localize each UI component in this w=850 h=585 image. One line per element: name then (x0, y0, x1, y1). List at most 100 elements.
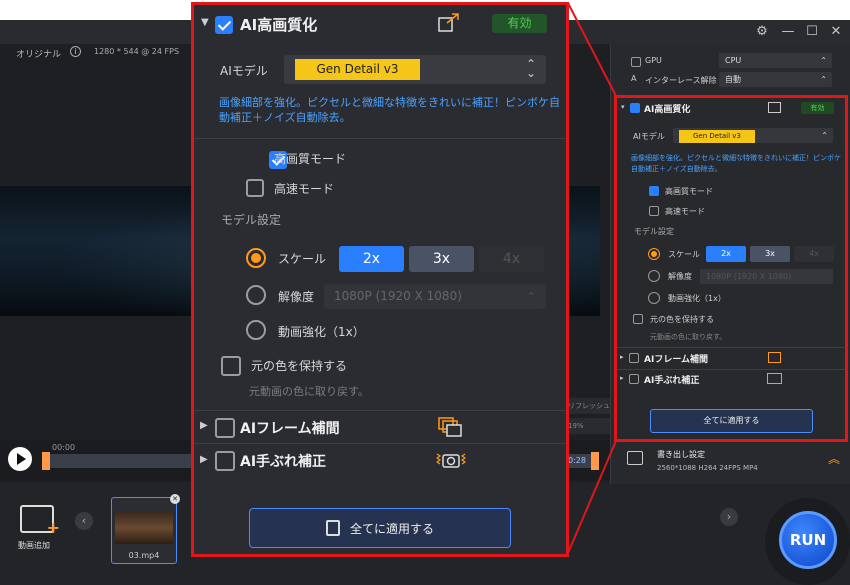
rp-fast-label: 高速モード (665, 207, 705, 216)
rp-keep-color-checkbox[interactable] (633, 314, 643, 324)
gpu-checkbox[interactable] (631, 57, 641, 67)
stabilize-icon (436, 453, 466, 468)
scale-4x-button[interactable]: 4x (479, 246, 544, 272)
resolution-value: 1080P (1920 X 1080) (334, 289, 462, 303)
rp-stabilize-checkbox[interactable] (629, 374, 639, 384)
play-button[interactable] (8, 447, 32, 471)
resolution-label: 解像度 (278, 290, 315, 304)
add-video-label: 動画追加 (18, 541, 50, 550)
info-icon[interactable]: i (70, 46, 81, 57)
stabilize-expand-icon[interactable]: ▶ (200, 454, 208, 465)
rp-keep-color-hint: 元動画の色に取り戻す。 (650, 333, 727, 341)
rp-resolution-radio[interactable] (648, 270, 660, 282)
resolution-select[interactable]: 1080P (1920 X 1080) ⌃ (324, 284, 546, 309)
play-icon (17, 453, 26, 465)
rp-enhance-radio[interactable] (648, 292, 660, 304)
video-info: 1280 * 544 @ 24 FPS (94, 47, 180, 56)
maximize-icon[interactable]: ☐ (802, 22, 822, 42)
upscale-checkbox[interactable] (215, 15, 233, 34)
scroll-right-icon[interactable]: › (720, 508, 738, 526)
add-video-icon[interactable]: + (20, 505, 60, 537)
run-button[interactable]: RUN (779, 511, 837, 569)
rp-resolution-select[interactable]: 1080P (1920 X 1080) (700, 269, 833, 284)
resolution-chevron-icon: ⌃ (526, 290, 536, 303)
export-info: 2560*1088 H264 24FPS MP4 (657, 464, 758, 472)
rp-upscale-title: AI高画質化 (644, 105, 691, 115)
clipboard-icon (325, 520, 340, 536)
export-title: 書き出し設定 (657, 450, 705, 459)
collapse-chevron-icon[interactable]: ▼ (201, 17, 209, 28)
upscale-title: AI高画質化 (240, 16, 318, 34)
original-label: オリジナル (16, 50, 62, 60)
interlace-label: インターレース解除 (645, 76, 717, 85)
rp-hq-label: 高画質モード (665, 187, 713, 196)
expand-export-icon[interactable]: ︽ (828, 450, 840, 467)
scale-radio[interactable] (246, 248, 266, 268)
interlace-value: 自動 (725, 75, 741, 84)
scroll-left-icon[interactable]: ‹ (75, 512, 93, 530)
upscale-zoom-popup (191, 2, 569, 557)
rp-resolution-label: 解像度 (668, 272, 692, 281)
frame-interp-label: AIフレーム補間 (240, 421, 340, 437)
frame-interp-expand-icon[interactable]: ▶ (200, 420, 208, 431)
rp-scale-label: スケール (668, 250, 700, 259)
resolution-radio[interactable] (246, 285, 266, 305)
rp-fast-checkbox[interactable] (649, 206, 659, 216)
settings-gear-icon[interactable]: ⚙ (752, 22, 772, 42)
close-icon[interactable]: ✕ (826, 22, 846, 42)
clip-thumbnail[interactable]: 03.mp4 (111, 497, 177, 564)
keep-color-label: 元の色を保持する (251, 359, 348, 373)
apply-all-label: 全てに適用する (349, 521, 434, 536)
interlace-select[interactable]: 自動 ⌃ (719, 72, 832, 87)
scale-label: スケール (278, 252, 327, 266)
callout-lines (567, 2, 617, 554)
keep-color-hint: 元動画の色に取り戻す。 (249, 385, 369, 398)
rp-apply-all-button[interactable]: 全てに適用する (650, 409, 813, 433)
model-value: Gen Detail v3 (295, 59, 420, 80)
rp-upscale-icon (768, 102, 781, 113)
rp-model-label: AIモデル (633, 132, 665, 141)
rp-scale-2x[interactable]: 2x (706, 246, 746, 262)
rp-enhance-label: 動画強化（1x） (668, 294, 726, 303)
rp-scale-3x[interactable]: 3x (750, 246, 790, 262)
gpu-select[interactable]: CPU ⌃ (719, 53, 832, 68)
gpu-label: GPU (645, 56, 662, 65)
rp-status-badge: 有効 (801, 102, 834, 114)
apply-all-button[interactable]: 全てに適用する (249, 508, 511, 548)
trim-start-handle[interactable] (42, 452, 50, 470)
fast-mode-label: 高速モード (274, 182, 335, 196)
rp-model-settings: モデル設定 (634, 227, 674, 236)
rp-resolution-value: 1080P (1920 X 1080) (706, 272, 792, 281)
rp-description: 画像細部を強化。ピクセルと微細な特徴をきれいに補正！ピンボケ自動補正＋ノイズ自動… (631, 154, 841, 173)
enhance-radio[interactable] (246, 320, 266, 340)
model-description: 画像細部を強化。ピクセルと微細な特徴をきれいに補正！ピンボケ自動補正＋ノイズ自動… (219, 96, 560, 124)
scale-2x-button[interactable]: 2x (339, 246, 404, 272)
scale-3x-button[interactable]: 3x (409, 246, 474, 272)
minimize-icon[interactable]: — (778, 22, 798, 42)
rp-stabilize-label: AI手ぶれ補正 (644, 376, 700, 386)
time-start: 00:00 (52, 443, 76, 452)
enhance-label: 動画強化（1x） (278, 325, 365, 339)
model-select[interactable]: Gen Detail v3 ⌃ ⌄ (284, 55, 546, 84)
model-label: AIモデル (220, 64, 268, 78)
hq-mode-label: 高画質モード (274, 152, 347, 166)
stabilize-checkbox[interactable] (215, 451, 235, 471)
rp-hq-checkbox[interactable] (649, 186, 659, 196)
rp-scale-4x[interactable]: 4x (794, 246, 834, 262)
stabilize-label: AI手ぶれ補正 (240, 454, 327, 470)
model-settings-heading: モデル設定 (221, 213, 282, 227)
rp-model-select[interactable]: Gen Detail v3 ⌃ (673, 128, 833, 143)
rp-frame-interp-icon (768, 352, 781, 363)
frame-interp-icon (438, 417, 462, 437)
remove-clip-icon[interactable]: ✕ (170, 494, 180, 504)
rp-upscale-checkbox[interactable] (630, 103, 640, 113)
model-select-chevron-icon: ⌃ ⌄ (525, 57, 536, 80)
rp-frame-interp-checkbox[interactable] (629, 353, 639, 363)
rp-stabilize-icon (767, 373, 782, 384)
rp-scale-radio[interactable] (648, 248, 660, 260)
upscale-status-badge: 有効 (492, 14, 547, 33)
rp-frame-interp-label: AIフレーム補間 (644, 355, 709, 365)
fast-mode-checkbox[interactable] (246, 179, 264, 197)
keep-color-checkbox[interactable] (221, 356, 241, 376)
frame-interp-checkbox[interactable] (215, 418, 235, 438)
